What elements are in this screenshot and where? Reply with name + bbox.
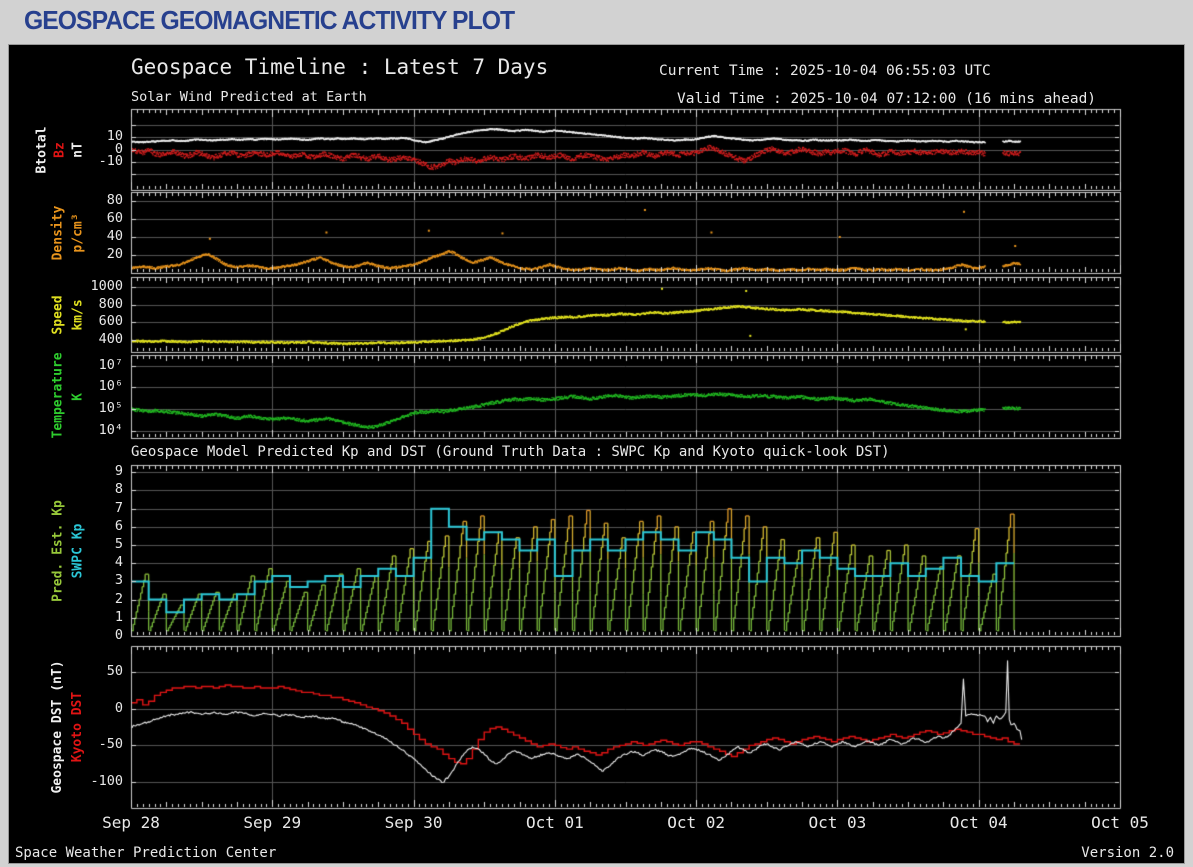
x-tick-label: Oct 05 bbox=[1091, 813, 1149, 832]
y-axis-label: K bbox=[70, 392, 85, 401]
y-axis-label: Pred. Est. Kp bbox=[50, 499, 65, 602]
x-tick-label: Sep 30 bbox=[384, 813, 443, 832]
y-axis-label: Temperature bbox=[50, 351, 65, 438]
y-axis-label: SWPC Kp bbox=[70, 523, 85, 578]
y-axis-label: km/s bbox=[70, 298, 85, 331]
x-tick-label: Oct 01 bbox=[525, 813, 584, 832]
x-tick-label: Sep 28 bbox=[102, 813, 160, 832]
y-axis-label: nT bbox=[70, 141, 85, 158]
valid-time-label: Valid Time : 2025-10-04 07:12:00 (16 min… bbox=[677, 91, 1097, 107]
page-title: GEOSPACE GEOMAGNETIC ACTIVITY PLOT bbox=[24, 5, 515, 35]
plot-frame: Geospace Timeline : Latest 7 Days Solar … bbox=[8, 44, 1185, 864]
y-axis-label: Kyoto DST bbox=[70, 691, 85, 763]
x-tick-label: Sep 29 bbox=[243, 813, 302, 832]
plot-title: Geospace Timeline : Latest 7 Days bbox=[131, 55, 549, 79]
y-axis-label: p/cm³ bbox=[70, 212, 85, 253]
y-axis-label: Density bbox=[50, 205, 65, 260]
plot-subtitle: Solar Wind Predicted at Earth bbox=[131, 89, 367, 105]
footer-left: Space Weather Prediction Center bbox=[15, 845, 277, 861]
app-header: GEOSPACE GEOMAGNETIC ACTIVITY PLOT bbox=[0, 0, 1193, 42]
x-tick-label: Oct 03 bbox=[808, 813, 867, 832]
y-axis-label: Speed bbox=[50, 294, 65, 335]
y-axis-label: Bz bbox=[52, 141, 67, 158]
x-tick-label: Oct 04 bbox=[949, 813, 1008, 832]
footer-right: Version 2.0 bbox=[1081, 845, 1174, 861]
page: { "header": { "title": "GEOSPACE GEOMAGN… bbox=[0, 0, 1193, 867]
y-axis-label: Btotal bbox=[34, 126, 49, 173]
x-tick-label: Oct 02 bbox=[667, 813, 726, 832]
current-time-label: Current Time : 2025-10-04 06:55:03 UTC bbox=[659, 63, 991, 79]
y-axis-label: Geospace DST (nT) bbox=[50, 660, 65, 794]
kp-dst-section-title: Geospace Model Predicted Kp and DST (Gro… bbox=[131, 444, 890, 460]
